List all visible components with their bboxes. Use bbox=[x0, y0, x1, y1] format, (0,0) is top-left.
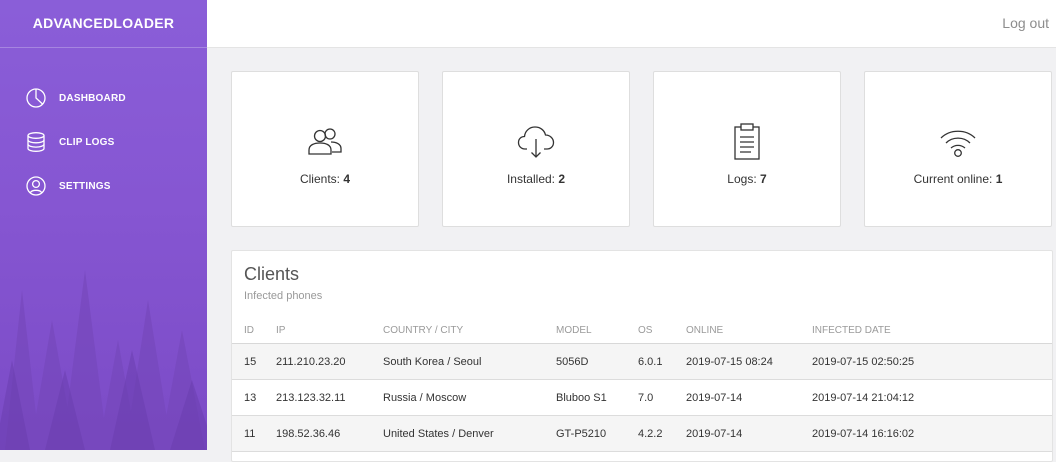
cell-model: GT-P5210 bbox=[544, 415, 626, 452]
sidebar-item-label: CLIP LOGS bbox=[59, 136, 115, 148]
stat-value: 4 bbox=[343, 172, 351, 186]
table-header-row: ID IP COUNTRY / CITY MODEL OS ONLINE INF… bbox=[232, 318, 1052, 344]
table-row[interactable]: 11 198.52.36.46 United States / Denver G… bbox=[232, 415, 1052, 452]
clients-panel: Clients Infected phones ID IP COUNTRY / … bbox=[231, 250, 1053, 462]
cell-country: United States / Denver bbox=[371, 415, 544, 452]
sidebar-item-clip-logs[interactable]: CLIP LOGS bbox=[0, 120, 207, 164]
clients-table: ID IP COUNTRY / CITY MODEL OS ONLINE INF… bbox=[232, 318, 1052, 452]
stat-label: Installed: bbox=[506, 172, 555, 186]
stat-label: Clients: bbox=[299, 172, 340, 186]
pie-chart-icon bbox=[25, 87, 47, 109]
column-header-ip[interactable]: IP bbox=[264, 318, 371, 344]
cell-infected-date: 2019-07-14 16:16:02 bbox=[800, 415, 1052, 452]
sidebar-item-settings[interactable]: SETTINGS bbox=[0, 164, 207, 208]
stat-label: Current online: bbox=[913, 172, 993, 186]
cell-country: Russia / Moscow bbox=[371, 379, 544, 416]
sidebar: ADVANCEDLOADER DASHBOARD CLIP LOGS SETTI… bbox=[0, 0, 207, 450]
stat-text: Logs: 7 bbox=[654, 172, 840, 186]
logout-link[interactable]: Log out bbox=[1002, 15, 1049, 31]
column-header-id[interactable]: ID bbox=[232, 318, 264, 344]
cell-infected-date: 2019-07-14 21:04:12 bbox=[800, 379, 1052, 416]
stat-card-online: Current online: 1 bbox=[864, 71, 1052, 227]
panel-title: Clients bbox=[244, 264, 300, 284]
table-row[interactable]: 13 213.123.32.11 Russia / Moscow Bluboo … bbox=[232, 379, 1052, 416]
cell-os: 4.2.2 bbox=[626, 415, 674, 452]
cell-country: South Korea / Seoul bbox=[371, 343, 544, 380]
cell-id: 15 bbox=[232, 343, 264, 380]
cloud-download-icon bbox=[516, 122, 556, 162]
stat-card-installed: Installed: 2 bbox=[442, 71, 630, 227]
database-icon bbox=[25, 131, 47, 153]
stat-value: 2 bbox=[558, 172, 566, 186]
stat-label: Logs: bbox=[727, 172, 757, 186]
clipboard-icon bbox=[727, 122, 767, 162]
topbar: Log out bbox=[207, 0, 1056, 48]
cell-ip: 211.210.23.20 bbox=[264, 343, 371, 380]
cell-ip: 198.52.36.46 bbox=[264, 415, 371, 452]
column-header-model[interactable]: MODEL bbox=[544, 318, 626, 344]
stat-text: Current online: 1 bbox=[865, 172, 1051, 186]
user-circle-icon bbox=[25, 175, 47, 197]
cell-online: 2019-07-14 bbox=[674, 379, 800, 416]
stat-text: Clients: 4 bbox=[232, 172, 418, 186]
sidebar-item-dashboard[interactable]: DASHBOARD bbox=[0, 76, 207, 120]
column-header-infected-date[interactable]: INFECTED DATE bbox=[800, 318, 1052, 344]
cell-infected-date: 2019-07-15 02:50:25 bbox=[800, 343, 1052, 380]
column-header-country[interactable]: COUNTRY / CITY bbox=[371, 318, 544, 344]
panel-subtitle: Infected phones bbox=[244, 290, 323, 302]
stat-text: Installed: 2 bbox=[443, 172, 629, 186]
stat-card-clients: Clients: 4 bbox=[231, 71, 419, 227]
wifi-icon bbox=[938, 122, 978, 162]
stat-card-logs: Logs: 7 bbox=[653, 71, 841, 227]
column-header-os[interactable]: OS bbox=[626, 318, 674, 344]
cell-online: 2019-07-15 08:24 bbox=[674, 343, 800, 380]
sidebar-item-label: SETTINGS bbox=[59, 180, 111, 192]
users-icon bbox=[305, 122, 345, 162]
stat-value: 7 bbox=[760, 172, 767, 186]
column-header-online[interactable]: ONLINE bbox=[674, 318, 800, 344]
forest-background bbox=[0, 270, 207, 450]
cell-model: Bluboo S1 bbox=[544, 379, 626, 416]
cell-os: 7.0 bbox=[626, 379, 674, 416]
cell-model: 5056D bbox=[544, 343, 626, 380]
stat-value: 1 bbox=[995, 172, 1003, 186]
cell-online: 2019-07-14 bbox=[674, 415, 800, 452]
brand-logo[interactable]: ADVANCEDLOADER bbox=[0, 0, 207, 48]
sidebar-nav: DASHBOARD CLIP LOGS SETTINGS bbox=[0, 76, 207, 208]
cell-id: 11 bbox=[232, 415, 264, 452]
sidebar-item-label: DASHBOARD bbox=[59, 92, 126, 104]
cell-ip: 213.123.32.11 bbox=[264, 379, 371, 416]
cell-id: 13 bbox=[232, 379, 264, 416]
table-row[interactable]: 15 211.210.23.20 South Korea / Seoul 505… bbox=[232, 343, 1052, 380]
cell-os: 6.0.1 bbox=[626, 343, 674, 380]
